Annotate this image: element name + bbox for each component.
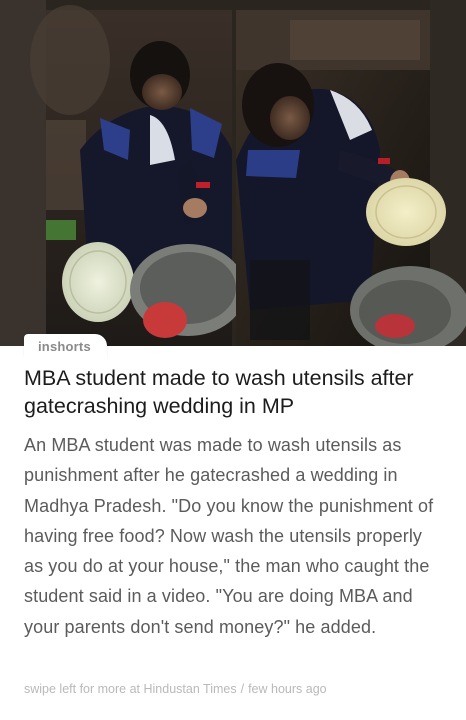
article-summary: An MBA student was made to wash utensils… bbox=[24, 435, 434, 637]
video-still-collage bbox=[0, 0, 466, 346]
swipe-source-link[interactable]: swipe left for more at Hindustan Times bbox=[24, 682, 237, 696]
footer-separator: / bbox=[240, 682, 245, 696]
article-footer[interactable]: swipe left for more at Hindustan Times / f… bbox=[24, 681, 444, 697]
source-tag[interactable]: inshorts bbox=[24, 334, 107, 358]
publish-time: few hours ago bbox=[248, 682, 327, 696]
news-card[interactable]: inshorts MBA student made to wash utensi… bbox=[0, 0, 466, 720]
article-headline: MBA student made to wash utensils after … bbox=[24, 366, 414, 418]
article-image bbox=[0, 0, 466, 346]
